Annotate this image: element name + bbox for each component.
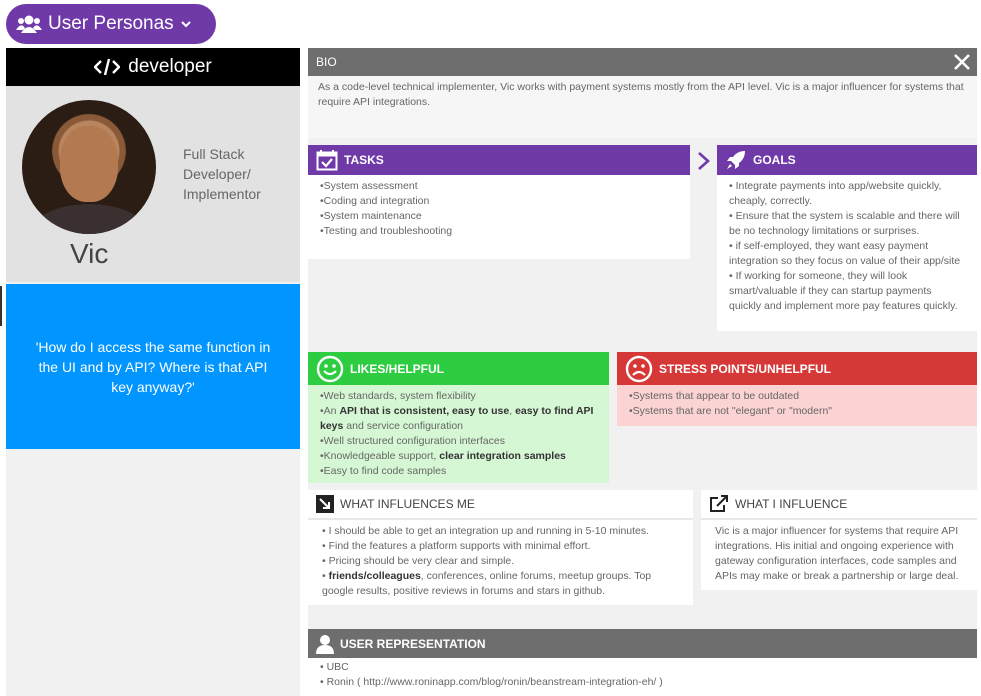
influences-me-list: • I should be able to get an integration… xyxy=(308,518,693,605)
chevron-down-icon xyxy=(180,21,191,28)
bio-header: BIO xyxy=(308,48,977,76)
users-icon xyxy=(16,15,42,33)
list-item: •Testing and troubleshooting xyxy=(320,225,453,237)
stress-header: STRESS POINTS/UNHELPFUL xyxy=(617,352,977,385)
persona-quote: 'How do I access the same function in th… xyxy=(6,284,300,449)
list-item: • friends/colleagues, conferences, onlin… xyxy=(322,570,652,597)
code-icon xyxy=(94,58,121,76)
calendar-check-icon xyxy=(316,150,338,171)
i-influence-header: WHAT I INFLUENCE xyxy=(701,490,977,518)
tasks-list: •System assessment •Coding and integrati… xyxy=(308,175,690,259)
user-personas-label: User Personas xyxy=(48,13,174,34)
arrow-box-icon xyxy=(316,495,334,513)
list-item: • Ensure that the system is scalable and… xyxy=(729,210,960,237)
persona-job-title: Full Stack Developer/ Implementor xyxy=(183,146,261,202)
user-icon xyxy=(316,634,334,654)
external-link-icon xyxy=(710,495,728,512)
goals-header: GOALS xyxy=(717,145,977,175)
list-item: •Knowledgeable support, clear integratio… xyxy=(320,450,566,462)
list-item: •System maintenance xyxy=(320,210,422,222)
avatar xyxy=(22,100,156,234)
frown-icon xyxy=(625,355,653,382)
list-item: • Pricing should be very clear and simpl… xyxy=(322,555,515,567)
user-representation-header: USER REPRESENTATION xyxy=(308,629,977,658)
list-item: •Web standards, system flexibility xyxy=(320,390,476,402)
list-item: •Well structured configuration interface… xyxy=(320,435,505,447)
list-item: • Find the features a platform supports … xyxy=(322,540,591,552)
tasks-header: TASKS xyxy=(308,145,690,175)
user-representation-list: • UBC • Ronin ( http://www.roninapp.com/… xyxy=(308,658,977,696)
list-item: • Integrate payments into app/website qu… xyxy=(729,180,942,207)
smile-icon xyxy=(316,355,344,382)
bio-text: As a code-level technical implementer, V… xyxy=(308,76,977,138)
stress-list: •Systems that appear to be outdated •Sys… xyxy=(617,385,977,426)
list-item: • I should be able to get an integration… xyxy=(322,525,650,537)
list-item: •Easy to find code samples xyxy=(320,465,447,477)
persona-role: developer xyxy=(128,56,212,77)
list-item: • UBC xyxy=(320,661,349,673)
chevron-right-icon xyxy=(695,150,713,172)
close-button[interactable] xyxy=(952,52,972,72)
list-item: •An API that is consistent, easy to use,… xyxy=(320,405,594,432)
persona-role-header: developer xyxy=(6,48,300,86)
influences-me-header: WHAT INFLUENCES ME xyxy=(308,490,693,518)
list-item: • If working for someone, they will look… xyxy=(729,270,958,312)
likes-header: LIKES/HELPFUL xyxy=(308,352,609,385)
list-item: •Systems that appear to be outdated xyxy=(629,390,800,402)
list-item: • Ronin ( http://www.roninapp.com/blog/r… xyxy=(320,676,663,688)
list-item: •Coding and integration xyxy=(320,195,430,207)
user-personas-menu-button[interactable]: User Personas xyxy=(6,4,216,44)
list-item: •System assessment xyxy=(320,180,418,192)
goals-list: • Integrate payments into app/website qu… xyxy=(717,175,977,331)
list-item: • if self-employed, they want easy payme… xyxy=(729,240,961,267)
likes-list: •Web standards, system flexibility •An A… xyxy=(308,385,609,483)
close-icon xyxy=(954,54,970,70)
divider xyxy=(0,286,2,326)
persona-name: Vic xyxy=(70,238,109,269)
rocket-icon xyxy=(727,151,745,169)
list-item: •Systems that are not "elegant" or "mode… xyxy=(629,405,833,417)
i-influence-text: Vic is a major influencer for systems th… xyxy=(701,518,977,590)
